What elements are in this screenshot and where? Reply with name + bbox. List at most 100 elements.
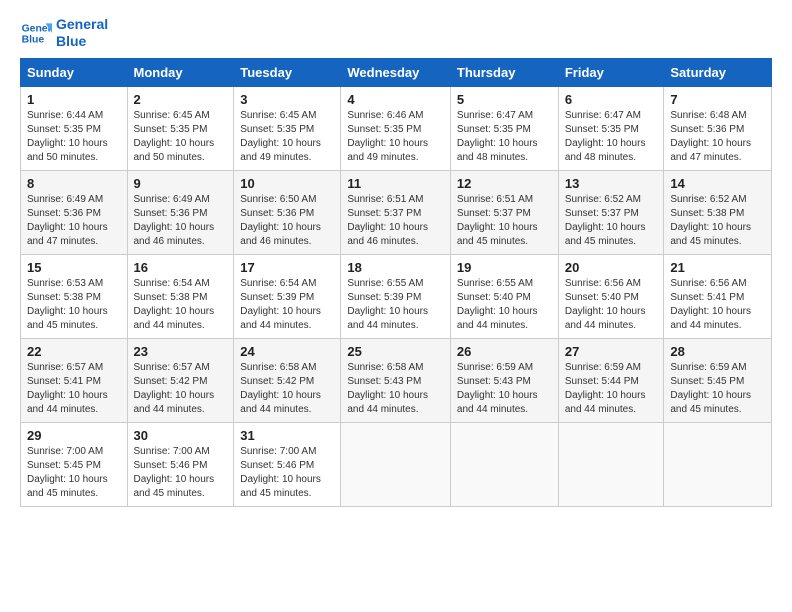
day-info: Sunrise: 6:46 AMSunset: 5:35 PMDaylight:… xyxy=(347,109,444,165)
day-number: 23 xyxy=(134,344,228,359)
day-info: Sunrise: 6:54 AMSunset: 5:38 PMDaylight:… xyxy=(134,277,228,333)
day-number: 10 xyxy=(240,176,334,191)
calendar-week-1: 1 Sunrise: 6:44 AMSunset: 5:35 PMDaylight… xyxy=(21,86,772,170)
calendar-cell: 2 Sunrise: 6:45 AMSunset: 5:35 PMDaylight… xyxy=(127,86,234,170)
day-number: 20 xyxy=(565,260,658,275)
calendar-week-2: 8 Sunrise: 6:49 AMSunset: 5:36 PMDaylight… xyxy=(21,170,772,254)
day-info: Sunrise: 6:58 AMSunset: 5:43 PMDaylight:… xyxy=(347,361,444,417)
day-info: Sunrise: 6:47 AMSunset: 5:35 PMDaylight:… xyxy=(457,109,552,165)
day-info: Sunrise: 6:51 AMSunset: 5:37 PMDaylight:… xyxy=(457,193,552,249)
day-number: 29 xyxy=(27,428,121,443)
day-number: 25 xyxy=(347,344,444,359)
calendar-cell: 7 Sunrise: 6:48 AMSunset: 5:36 PMDaylight… xyxy=(664,86,772,170)
day-number: 11 xyxy=(347,176,444,191)
day-info: Sunrise: 7:00 AMSunset: 5:46 PMDaylight:… xyxy=(240,445,334,501)
day-info: Sunrise: 6:44 AMSunset: 5:35 PMDaylight:… xyxy=(27,109,121,165)
calendar-cell: 8Sunrise: 6:49 AMSunset: 5:36 PMDaylight… xyxy=(21,170,128,254)
calendar-cell: 20 Sunrise: 6:56 AMSunset: 5:40 PMDayligh… xyxy=(558,254,664,338)
day-header-tuesday: Tuesday xyxy=(234,58,341,86)
calendar-week-3: 15 Sunrise: 6:53 AMSunset: 5:38 PMDayligh… xyxy=(21,254,772,338)
calendar-cell: 21 Sunrise: 6:56 AMSunset: 5:41 PMDayligh… xyxy=(664,254,772,338)
calendar-cell: 12 Sunrise: 6:51 AMSunset: 5:37 PMDayligh… xyxy=(450,170,558,254)
day-number: 5 xyxy=(457,92,552,107)
day-number: 4 xyxy=(347,92,444,107)
day-info: Sunrise: 6:53 AMSunset: 5:38 PMDaylight:… xyxy=(27,277,121,333)
day-info: Sunrise: 6:56 AMSunset: 5:41 PMDaylight:… xyxy=(670,277,765,333)
day-number: 14 xyxy=(670,176,765,191)
calendar-header-row: SundayMondayTuesdayWednesdayThursdayFrid… xyxy=(21,58,772,86)
day-info: Sunrise: 6:49 AMSunset: 5:36 PMDaylight:… xyxy=(134,193,228,249)
calendar-cell xyxy=(558,422,664,506)
day-info: Sunrise: 6:58 AMSunset: 5:42 PMDaylight:… xyxy=(240,361,334,417)
day-number: 6 xyxy=(565,92,658,107)
calendar-cell: 4 Sunrise: 6:46 AMSunset: 5:35 PMDaylight… xyxy=(341,86,451,170)
calendar-body: 1 Sunrise: 6:44 AMSunset: 5:35 PMDaylight… xyxy=(21,86,772,506)
day-info: Sunrise: 6:57 AMSunset: 5:42 PMDaylight:… xyxy=(134,361,228,417)
calendar-cell: 19 Sunrise: 6:55 AMSunset: 5:40 PMDayligh… xyxy=(450,254,558,338)
day-info: Sunrise: 6:55 AMSunset: 5:40 PMDaylight:… xyxy=(457,277,552,333)
logo-text: GeneralBlue xyxy=(56,16,108,50)
calendar-cell: 25 Sunrise: 6:58 AMSunset: 5:43 PMDayligh… xyxy=(341,338,451,422)
calendar-cell: 3Sunrise: 6:45 AMSunset: 5:35 PMDaylight… xyxy=(234,86,341,170)
day-info: Sunrise: 6:56 AMSunset: 5:40 PMDaylight:… xyxy=(565,277,658,333)
day-number: 19 xyxy=(457,260,552,275)
day-number: 13 xyxy=(565,176,658,191)
calendar-cell: 24 Sunrise: 6:58 AMSunset: 5:42 PMDayligh… xyxy=(234,338,341,422)
day-header-thursday: Thursday xyxy=(450,58,558,86)
day-number: 8 xyxy=(27,176,121,191)
header: General Blue GeneralBlue xyxy=(20,16,772,50)
day-number: 21 xyxy=(670,260,765,275)
day-info: Sunrise: 6:45 AMSunset: 5:35 PMDaylight:… xyxy=(240,109,334,165)
calendar-cell: 17 Sunrise: 6:54 AMSunset: 5:39 PMDayligh… xyxy=(234,254,341,338)
day-number: 9 xyxy=(134,176,228,191)
calendar-cell: 5 Sunrise: 6:47 AMSunset: 5:35 PMDaylight… xyxy=(450,86,558,170)
day-number: 26 xyxy=(457,344,552,359)
day-info: Sunrise: 6:47 AMSunset: 5:35 PMDaylight:… xyxy=(565,109,658,165)
day-header-saturday: Saturday xyxy=(664,58,772,86)
calendar-cell xyxy=(341,422,451,506)
day-info: Sunrise: 6:48 AMSunset: 5:36 PMDaylight:… xyxy=(670,109,765,165)
calendar-cell: 16 Sunrise: 6:54 AMSunset: 5:38 PMDayligh… xyxy=(127,254,234,338)
day-number: 1 xyxy=(27,92,121,107)
day-number: 30 xyxy=(134,428,228,443)
day-number: 18 xyxy=(347,260,444,275)
day-number: 15 xyxy=(27,260,121,275)
day-info: Sunrise: 6:52 AMSunset: 5:38 PMDaylight:… xyxy=(670,193,765,249)
day-header-monday: Monday xyxy=(127,58,234,86)
day-info: Sunrise: 6:52 AMSunset: 5:37 PMDaylight:… xyxy=(565,193,658,249)
calendar-cell: 13 Sunrise: 6:52 AMSunset: 5:37 PMDayligh… xyxy=(558,170,664,254)
day-header-wednesday: Wednesday xyxy=(341,58,451,86)
calendar-table: SundayMondayTuesdayWednesdayThursdayFrid… xyxy=(20,58,772,507)
calendar-cell: 14 Sunrise: 6:52 AMSunset: 5:38 PMDayligh… xyxy=(664,170,772,254)
day-number: 24 xyxy=(240,344,334,359)
day-number: 17 xyxy=(240,260,334,275)
day-info: Sunrise: 6:59 AMSunset: 5:44 PMDaylight:… xyxy=(565,361,658,417)
day-info: Sunrise: 6:57 AMSunset: 5:41 PMDaylight:… xyxy=(27,361,121,417)
calendar-cell: 1 Sunrise: 6:44 AMSunset: 5:35 PMDaylight… xyxy=(21,86,128,170)
day-info: Sunrise: 6:59 AMSunset: 5:45 PMDaylight:… xyxy=(670,361,765,417)
calendar-cell: 31 Sunrise: 7:00 AMSunset: 5:46 PMDayligh… xyxy=(234,422,341,506)
day-number: 31 xyxy=(240,428,334,443)
day-info: Sunrise: 7:00 AMSunset: 5:46 PMDaylight:… xyxy=(134,445,228,501)
day-info: Sunrise: 6:51 AMSunset: 5:37 PMDaylight:… xyxy=(347,193,444,249)
calendar-cell xyxy=(450,422,558,506)
day-number: 7 xyxy=(670,92,765,107)
day-info: Sunrise: 6:59 AMSunset: 5:43 PMDaylight:… xyxy=(457,361,552,417)
day-number: 16 xyxy=(134,260,228,275)
day-number: 2 xyxy=(134,92,228,107)
calendar-week-4: 22 Sunrise: 6:57 AMSunset: 5:41 PMDayligh… xyxy=(21,338,772,422)
day-info: Sunrise: 6:54 AMSunset: 5:39 PMDaylight:… xyxy=(240,277,334,333)
day-info: Sunrise: 6:45 AMSunset: 5:35 PMDaylight:… xyxy=(134,109,228,165)
day-number: 22 xyxy=(27,344,121,359)
calendar-cell: 22 Sunrise: 6:57 AMSunset: 5:41 PMDayligh… xyxy=(21,338,128,422)
logo: General Blue GeneralBlue xyxy=(20,16,108,50)
calendar-cell: 26 Sunrise: 6:59 AMSunset: 5:43 PMDayligh… xyxy=(450,338,558,422)
day-header-friday: Friday xyxy=(558,58,664,86)
calendar-cell: 11 Sunrise: 6:51 AMSunset: 5:37 PMDayligh… xyxy=(341,170,451,254)
day-number: 12 xyxy=(457,176,552,191)
calendar-cell: 10Sunrise: 6:50 AMSunset: 5:36 PMDayligh… xyxy=(234,170,341,254)
calendar-cell: 28Sunrise: 6:59 AMSunset: 5:45 PMDayligh… xyxy=(664,338,772,422)
calendar-week-5: 29Sunrise: 7:00 AMSunset: 5:45 PMDayligh… xyxy=(21,422,772,506)
calendar-cell: 30 Sunrise: 7:00 AMSunset: 5:46 PMDayligh… xyxy=(127,422,234,506)
day-header-sunday: Sunday xyxy=(21,58,128,86)
